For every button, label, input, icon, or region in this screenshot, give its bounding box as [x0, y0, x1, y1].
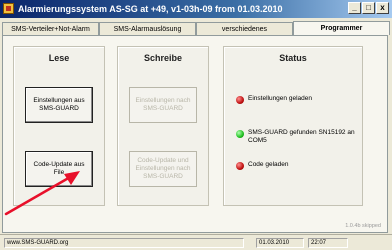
status-device-found: SMS-GUARD gefunden SN15192 an COM5: [236, 129, 358, 145]
statusbar-date: 01.03.2010: [256, 238, 304, 248]
version-label: 1.0.4b skipped: [345, 223, 381, 229]
status-settings-loaded: Einstellungen geladen: [236, 95, 312, 104]
status-code-loaded: Code geladen: [236, 161, 288, 170]
tab-verschiedenes[interactable]: verschiedenes: [196, 22, 293, 35]
green-led-icon: [236, 130, 244, 138]
lese-title: Lese: [48, 53, 70, 63]
tab-strip: SMS-Verteiler+Not-Alarm SMS-Alarmauslösu…: [2, 21, 390, 35]
window-title: Alarmierungssystem AS-SG at +49, v1-03h-…: [18, 4, 283, 14]
close-button[interactable]: x: [376, 2, 389, 14]
status-text: Code geladen: [248, 161, 289, 168]
read-code-update-button[interactable]: Code-Update aus File: [25, 151, 93, 187]
minimize-button[interactable]: _: [348, 2, 361, 14]
tab-sms-verteiler[interactable]: SMS-Verteiler+Not-Alarm: [2, 22, 99, 35]
statusbar-time: 22:07: [308, 238, 348, 248]
red-led-icon: [236, 162, 244, 170]
title-bar[interactable]: Alarmierungssystem AS-SG at +49, v1-03h-…: [0, 0, 392, 18]
programmer-panel: Lese Einstellungen aus SMS-GUARD Code-Up…: [2, 35, 388, 233]
app-icon: [3, 3, 14, 14]
lese-group: Lese Einstellungen aus SMS-GUARD Code-Up…: [13, 46, 105, 206]
window-controls: _ □ x: [348, 2, 389, 14]
tab-programmer[interactable]: Programmer: [293, 21, 390, 35]
status-text: Einstellungen geladen: [248, 95, 312, 102]
schreibe-title: Schreibe: [143, 53, 183, 63]
status-text: SMS-GUARD gefunden SN15192 an COM5: [248, 129, 355, 144]
write-code-update-button[interactable]: Code-Update und Einstellungen nach SMS-G…: [129, 151, 197, 187]
status-bar: www.SMS-GUARD.org 01.03.2010 22:07: [0, 234, 392, 250]
maximize-button[interactable]: □: [362, 2, 375, 14]
statusbar-website: www.SMS-GUARD.org: [4, 238, 244, 248]
app-window: Alarmierungssystem AS-SG at +49, v1-03h-…: [0, 0, 392, 250]
schreibe-group: Schreibe Einstellungen nach SMS-GUARD Co…: [117, 46, 209, 206]
status-group: Status Einstellungen geladen SMS-GUARD g…: [223, 46, 363, 206]
red-led-icon: [236, 96, 244, 104]
tab-sms-alarmausloesung[interactable]: SMS-Alarmauslösung: [99, 22, 196, 35]
read-settings-button[interactable]: Einstellungen aus SMS-GUARD: [25, 87, 93, 123]
status-title: Status: [279, 53, 307, 63]
write-settings-button[interactable]: Einstellungen nach SMS-GUARD: [129, 87, 197, 123]
